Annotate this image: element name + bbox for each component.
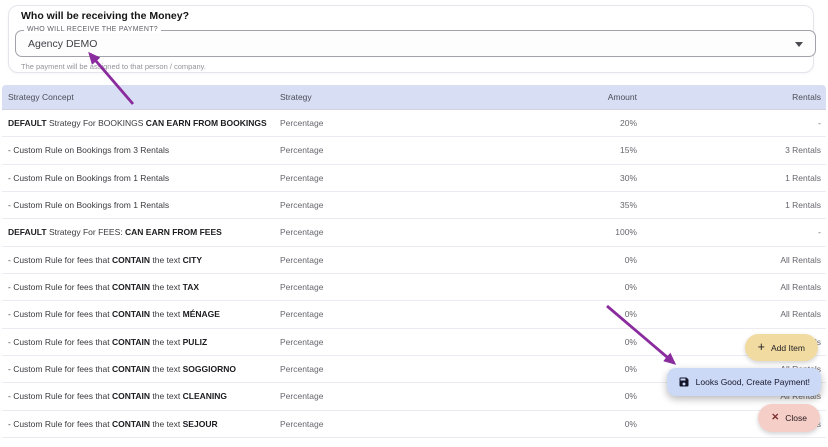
column-header-amount: Amount	[607, 92, 637, 102]
strategy-cell: Percentage	[280, 364, 324, 375]
amount-cell: 100%	[615, 227, 637, 238]
strategy-cell: Percentage	[280, 418, 324, 429]
amount-cell: 0%	[624, 418, 637, 429]
table-row[interactable]: - Custom Rule for fees that CONTAIN the …	[2, 301, 826, 329]
rentals-cell: All Rentals	[780, 309, 821, 320]
chevron-down-icon	[795, 41, 803, 47]
recipient-card: Who will be receiving the Money? WHO WIL…	[8, 5, 816, 73]
strategy-concept-cell: - Custom Rule for fees that CONTAIN the …	[8, 309, 220, 320]
select-value: Agency DEMO	[28, 37, 98, 50]
strategy-concept-cell: DEFAULT Strategy For FEES: CAN EARN FROM…	[8, 227, 222, 238]
rentals-cell: All Rentals	[780, 282, 821, 293]
strategy-cell: Percentage	[280, 118, 324, 129]
amount-cell: 0%	[624, 391, 637, 402]
rentals-cell: 3 Rentals	[785, 145, 821, 156]
amount-cell: 20%	[619, 118, 637, 129]
select-label: WHO WILL RECEIVE THE PAYMENT?	[24, 26, 161, 33]
close-icon: ✕	[771, 412, 780, 424]
strategy-concept-cell: - Custom Rule for fees that CONTAIN the …	[8, 282, 200, 293]
strategy-concept-cell: - Custom Rule on Bookings from 1 Rentals	[8, 172, 170, 183]
column-header-strategy: Strategy	[280, 92, 312, 102]
amount-cell: 0%	[624, 309, 637, 320]
table-row[interactable]: DEFAULT Strategy For FEES: CAN EARN FROM…	[2, 219, 826, 247]
strategy-cell: Percentage	[280, 391, 324, 402]
table-row[interactable]: - Custom Rule for fees that CONTAIN the …	[2, 410, 826, 438]
rentals-cell: 1 Rentals	[785, 172, 821, 183]
page-title: Who will be receiving the Money?	[21, 10, 190, 22]
amount-cell: 0%	[624, 254, 637, 265]
table-row[interactable]: - Custom Rule for fees that CONTAIN the …	[2, 273, 826, 302]
table-row[interactable]: - Custom Rule on Bookings from 3 Rentals…	[2, 137, 826, 165]
strategy-cell: Percentage	[280, 172, 324, 183]
create-payment-page: Who will be receiving the Money? WHO WIL…	[0, 0, 828, 447]
strategy-cell: Percentage	[280, 145, 324, 156]
strategy-cell: Percentage	[280, 282, 324, 293]
helper-text: The payment will be assigned to that per…	[21, 62, 206, 71]
column-header-rentals: Rentals	[792, 92, 821, 102]
table-row[interactable]: DEFAULT Strategy For BOOKINGS CAN EARN F…	[2, 110, 826, 138]
strategy-cell: Percentage	[280, 227, 324, 238]
close-button[interactable]: ✕ Close	[758, 404, 820, 432]
strategy-concept-cell: - Custom Rule on Bookings from 1 Rentals	[8, 200, 170, 211]
strategy-cell: Percentage	[280, 336, 324, 347]
table-header: Strategy Concept Strategy Amount Rentals	[2, 85, 826, 110]
amount-cell: 0%	[624, 336, 637, 347]
strategy-concept-cell: - Custom Rule for fees that CONTAIN the …	[8, 364, 237, 375]
rentals-cell: -	[818, 227, 821, 238]
save-icon	[678, 376, 690, 388]
strategy-concept-cell: DEFAULT Strategy For BOOKINGS CAN EARN F…	[8, 118, 267, 129]
amount-cell: 15%	[619, 145, 637, 156]
strategy-cell: Percentage	[280, 254, 324, 265]
strategy-concept-cell: - Custom Rule for fees that CONTAIN the …	[8, 418, 218, 429]
payment-recipient-select[interactable]: WHO WILL RECEIVE THE PAYMENT? Agency DEM…	[15, 26, 816, 57]
add-item-button[interactable]: + Add Item	[744, 334, 818, 361]
plus-icon: +	[757, 340, 765, 355]
amount-cell: 30%	[619, 172, 637, 183]
strategy-concept-cell: - Custom Rule for fees that CONTAIN the …	[8, 391, 228, 402]
amount-cell: 0%	[624, 282, 637, 293]
strategy-cell: Percentage	[280, 309, 324, 320]
table-row[interactable]: - Custom Rule on Bookings from 1 Rentals…	[2, 164, 826, 192]
strategy-concept-cell: - Custom Rule for fees that CONTAIN the …	[8, 254, 203, 265]
add-item-label: Add Item	[770, 342, 805, 353]
rentals-cell: 1 Rentals	[785, 200, 821, 211]
strategy-cell: Percentage	[280, 200, 324, 211]
strategy-concept-cell: - Custom Rule on Bookings from 3 Rentals	[8, 145, 170, 156]
create-payment-button[interactable]: Looks Good, Create Payment!	[666, 368, 821, 396]
table-row[interactable]: - Custom Rule for fees that CONTAIN the …	[2, 328, 826, 356]
strategy-concept-cell: - Custom Rule for fees that CONTAIN the …	[8, 336, 208, 347]
rentals-cell: -	[818, 118, 821, 129]
table-row[interactable]: - Custom Rule for fees that CONTAIN the …	[2, 246, 826, 274]
amount-cell: 0%	[624, 364, 637, 375]
create-payment-label: Looks Good, Create Payment!	[695, 377, 810, 387]
rentals-cell: All Rentals	[780, 254, 821, 265]
column-header-strategy-concept: Strategy Concept	[8, 92, 74, 102]
close-label: Close	[785, 413, 807, 423]
amount-cell: 35%	[619, 200, 637, 211]
table-row[interactable]: - Custom Rule on Bookings from 1 Rentals…	[2, 191, 826, 220]
